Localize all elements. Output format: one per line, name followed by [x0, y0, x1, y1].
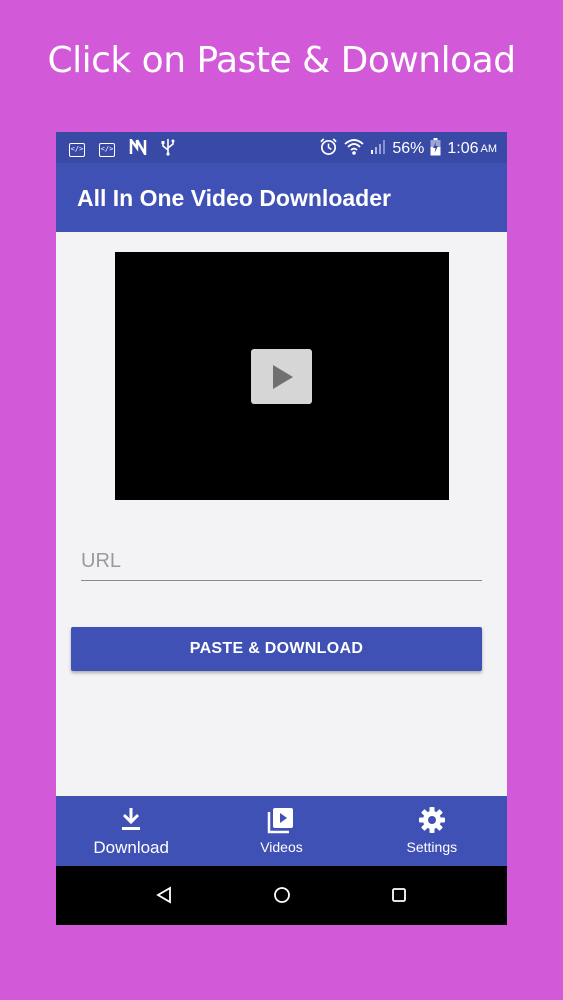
url-input[interactable]: [81, 542, 482, 580]
nav-item-videos[interactable]: Videos: [206, 796, 356, 866]
app-title: All In One Video Downloader: [77, 185, 391, 211]
play-icon: [273, 365, 293, 389]
signal-icon: [370, 139, 386, 160]
nav-label-settings: Settings: [406, 839, 458, 855]
battery-charging-icon: [430, 137, 441, 161]
url-field-container: [81, 542, 482, 581]
nav-label-videos: Videos: [260, 839, 303, 855]
bottom-navigation: Download Videos Settings: [56, 796, 507, 866]
promo-caption: Click on Paste & Download: [47, 40, 516, 81]
status-left-icons: </> </>: [69, 136, 175, 161]
phone-screen: </> </> 56% 1:06 AM All In One Video Dow…: [56, 132, 507, 925]
download-icon: [120, 806, 142, 837]
recents-icon[interactable]: [391, 886, 407, 909]
paste-download-button[interactable]: PASTE & DOWNLOAD: [71, 627, 482, 671]
clock-ampm: AM: [480, 143, 498, 155]
nav-label-download: Download: [93, 838, 169, 857]
code-icon: </>: [99, 142, 115, 157]
system-navigation-bar: [56, 866, 507, 925]
nav-item-download[interactable]: Download: [56, 796, 206, 866]
status-bar: </> </> 56% 1:06 AM: [56, 132, 507, 163]
app-bar: All In One Video Downloader: [56, 163, 507, 232]
gear-icon: [418, 806, 446, 839]
home-icon[interactable]: [273, 886, 291, 909]
alarm-icon: [319, 137, 338, 161]
code-icon: </>: [69, 142, 85, 157]
wifi-icon: [344, 138, 364, 161]
usb-icon: [161, 138, 175, 161]
n-icon: [129, 136, 147, 160]
battery-text: 56%: [392, 140, 425, 157]
clock-time: 1:06: [447, 140, 479, 157]
play-button[interactable]: [251, 349, 312, 404]
status-right-icons: 56% 1:06 AM: [319, 137, 497, 161]
video-player[interactable]: [115, 252, 449, 500]
video-library-icon: [267, 806, 295, 839]
back-icon[interactable]: [156, 886, 172, 909]
nav-item-settings[interactable]: Settings: [357, 796, 507, 866]
